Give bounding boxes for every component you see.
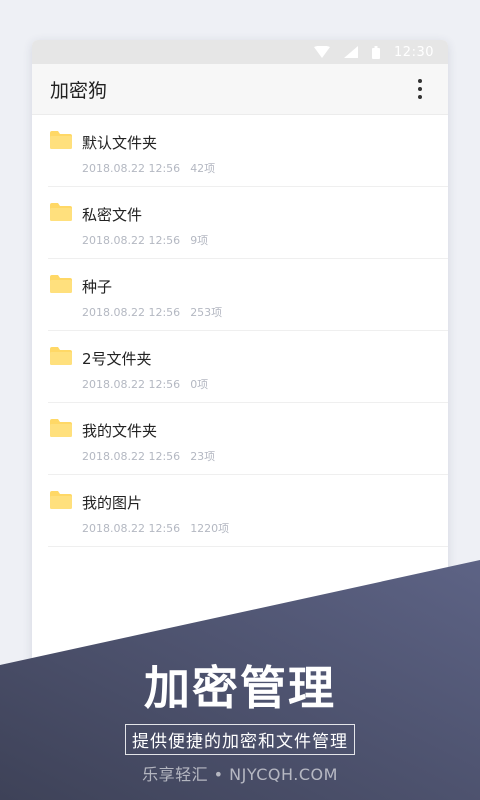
folder-count: 253项 — [190, 306, 223, 319]
folder-icon — [50, 131, 72, 149]
folder-icon — [50, 419, 72, 437]
folder-date: 2018.08.22 12:56 — [82, 306, 181, 319]
more-vert-icon[interactable] — [410, 77, 430, 101]
phone-screen: 12:30 加密狗 默认文件夹 2018.08.22 12:56 42项 私密文件… — [32, 40, 448, 740]
folder-item[interactable]: 2号文件夹 2018.08.22 12:56 0项 — [48, 331, 448, 403]
folder-name: 私密文件 — [82, 206, 143, 224]
battery-icon — [372, 45, 381, 59]
folder-count: 42项 — [190, 162, 216, 175]
folder-name: 种子 — [82, 278, 113, 296]
folder-count: 1220项 — [190, 522, 230, 535]
folder-icon — [50, 347, 72, 365]
folder-date: 2018.08.22 12:56 — [82, 162, 181, 175]
wifi-icon — [314, 46, 331, 58]
folder-date: 2018.08.22 12:56 — [82, 378, 181, 391]
folder-name: 我的图片 — [82, 494, 143, 512]
promo-headline: 加密管理 — [144, 661, 336, 715]
folder-date: 2018.08.22 12:56 — [82, 234, 181, 247]
folder-icon — [50, 203, 72, 221]
folder-item[interactable]: 默认文件夹 2018.08.22 12:56 42项 — [48, 115, 448, 187]
folder-name: 2号文件夹 — [82, 350, 152, 368]
folder-count: 0项 — [190, 378, 209, 391]
folder-name: 我的文件夹 — [82, 422, 158, 440]
folder-icon — [50, 275, 72, 293]
status-bar: 12:30 — [32, 40, 448, 64]
folder-name: 默认文件夹 — [82, 134, 158, 152]
promo-banner: 加密管理 提供便捷的加密和文件管理 乐享轻汇 • NJYCQH.COM — [0, 660, 480, 785]
signal-icon — [344, 46, 359, 58]
folder-item[interactable]: 我的文件夹 2018.08.22 12:56 23项 — [48, 403, 448, 475]
app-bar: 加密狗 — [32, 64, 448, 115]
folder-list: 默认文件夹 2018.08.22 12:56 42项 私密文件 2018.08.2… — [32, 115, 448, 547]
folder-item[interactable]: 种子 2018.08.22 12:56 253项 — [48, 259, 448, 331]
folder-item[interactable]: 我的图片 2018.08.22 12:56 1220项 — [48, 475, 448, 547]
folder-item[interactable]: 私密文件 2018.08.22 12:56 9项 — [48, 187, 448, 259]
promo-tagline: 提供便捷的加密和文件管理 — [125, 724, 355, 755]
folder-count: 23项 — [190, 450, 216, 463]
app-title: 加密狗 — [50, 79, 108, 102]
folder-date: 2018.08.22 12:56 — [82, 522, 181, 535]
watermark-text: 乐享轻汇 • NJYCQH.COM — [142, 765, 338, 784]
folder-icon — [50, 491, 72, 509]
status-time: 12:30 — [394, 44, 434, 60]
folder-date: 2018.08.22 12:56 — [82, 450, 181, 463]
folder-count: 9项 — [190, 234, 209, 247]
